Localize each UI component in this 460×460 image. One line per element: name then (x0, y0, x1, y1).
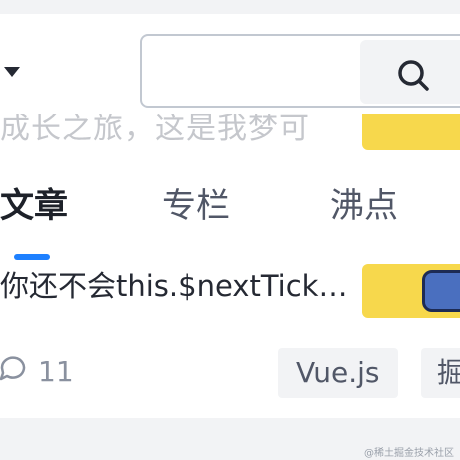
search-icon (398, 60, 429, 91)
previous-article-thumbnail[interactable] (362, 114, 460, 150)
tab-articles[interactable]: 文章 (0, 184, 68, 228)
comment-icon[interactable] (0, 354, 28, 384)
tab-columns[interactable]: 专栏 (162, 184, 230, 228)
thumbnail-illustration (422, 270, 460, 312)
search-field[interactable] (140, 34, 460, 108)
search-input[interactable] (152, 46, 356, 98)
watermark: @稀土掘金技术社区 (364, 448, 454, 459)
article-title[interactable]: 你还不会this.$nextTick… (0, 264, 345, 308)
active-tab-indicator (14, 254, 50, 260)
article-thumbnail[interactable] (362, 264, 460, 318)
previous-article-title: 成长之旅，这是我梦可 (0, 114, 310, 146)
caret-down-icon[interactable] (4, 67, 20, 77)
tab-pins[interactable]: 沸点 (330, 184, 398, 228)
content-card: 成长之旅，这是我梦可 文章 专栏 沸点 你还不会this.$nextTick… … (0, 14, 460, 418)
comment-count: 11 (38, 355, 74, 388)
search-button[interactable] (360, 40, 460, 104)
top-strip (0, 0, 460, 14)
tab-bar: 文章 专栏 沸点 (0, 184, 460, 264)
tag-vuejs[interactable]: Vue.js (278, 348, 398, 398)
tag-juejin[interactable]: 掘 (421, 348, 460, 398)
